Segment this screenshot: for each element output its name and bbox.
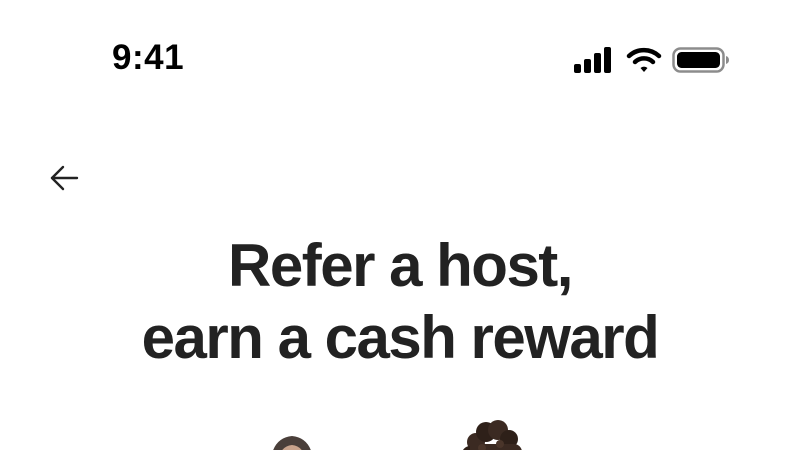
signal-icon — [574, 47, 611, 73]
avatar — [463, 420, 522, 450]
page-title-line-1: Refer a host, — [228, 232, 573, 299]
page-title: Refer a host, earn a cash reward — [0, 230, 800, 374]
status-icons — [572, 44, 730, 76]
page-title-line-2: earn a cash reward — [141, 304, 660, 371]
screen: 9:41 Refer a host, earn a cash reward — [0, 0, 800, 450]
battery-icon — [672, 47, 729, 73]
arrow-left-icon — [50, 165, 79, 191]
status-time: 9:41 — [112, 38, 185, 77]
status-bar: 9:41 — [0, 0, 800, 120]
back-button[interactable] — [40, 156, 88, 200]
avatar — [273, 436, 311, 450]
wifi-icon — [626, 47, 662, 72]
